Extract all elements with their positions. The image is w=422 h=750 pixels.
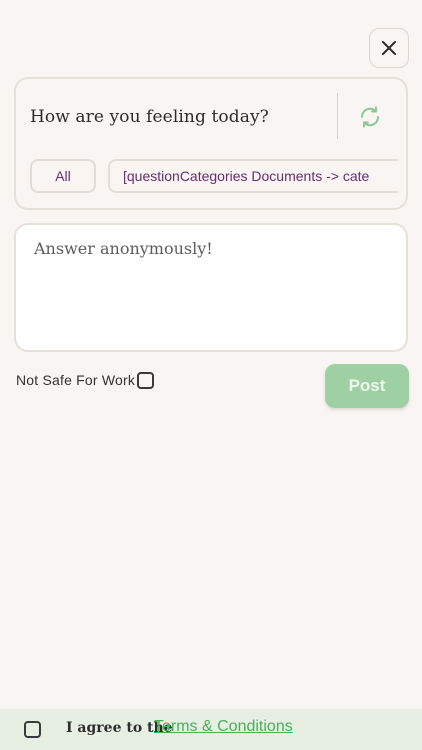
question-card: How are you feeling today? All [question… [14,77,408,210]
post-button[interactable]: Post [325,364,409,408]
nsfw-checkbox[interactable] [137,372,154,389]
close-button[interactable] [369,28,409,68]
answer-input[interactable]: Answer anonymously! [14,223,408,352]
refresh-icon [360,106,380,128]
answer-placeholder: Answer anonymously! [34,239,213,258]
category-chip-all[interactable]: All [30,159,96,193]
terms-footer: I agree to the Terms & Conditions [0,709,422,750]
question-text: How are you feeling today? [30,107,269,127]
divider [337,93,338,139]
nsfw-label: Not Safe For Work [16,372,136,388]
terms-checkbox[interactable] [24,721,41,738]
refresh-question-button[interactable] [356,103,384,131]
terms-link[interactable]: Terms & Conditions [154,718,293,736]
close-icon [382,41,396,55]
category-chip-selected[interactable]: [questionCategories Documents -> cate [108,159,398,193]
